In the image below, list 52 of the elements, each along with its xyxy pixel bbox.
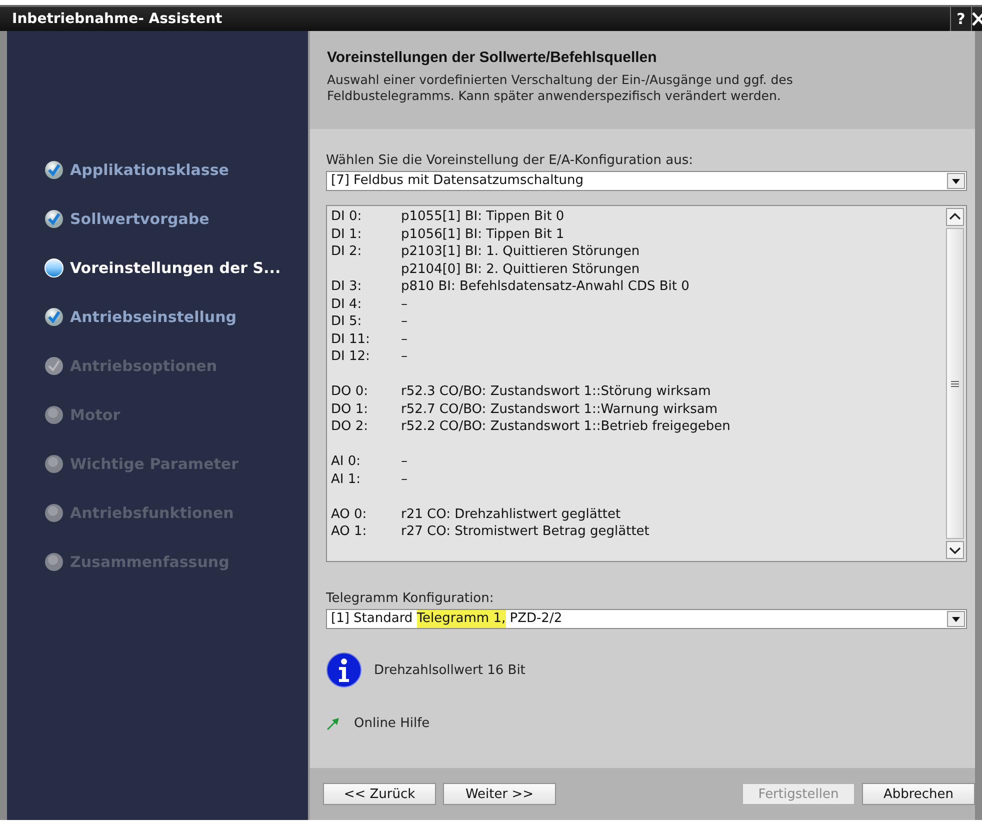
io-label: DI 12: (331, 348, 370, 366)
io-label: DO 0: (331, 383, 368, 400)
io-label: DI 3: (331, 278, 362, 296)
io-assignment: p1055[1] BI: Tippen Bit 0 (401, 208, 564, 226)
page-title: Voreinstellungen der Sollwerte/Befehlsquellen (327, 49, 657, 66)
info-text: Drehzahlsollwert 16 Bit (374, 662, 526, 678)
wizard-button[interactable]: Abbrechen (862, 783, 975, 805)
help-link[interactable]: Online Hilfe (354, 716, 430, 731)
io-assignment: p810 BI: Befehlsdatensatz-Anwahl CDS Bit 0 (401, 278, 690, 296)
io-assignment: – (401, 348, 408, 366)
scroll-down-icon[interactable] (946, 541, 964, 559)
io-assignment: – (401, 453, 408, 470)
wizard-step[interactable]: Voreinstellungen der S... (70, 258, 281, 276)
io-assignment: p1056[1] BI: Tippen Bit 1 (401, 226, 564, 243)
wizard-step[interactable]: Applikationsklasse (70, 160, 229, 178)
field-label: Telegramm Konfiguration: (326, 591, 494, 606)
scrollbar-thumb[interactable] (946, 228, 964, 539)
io-label: AO 1: (331, 523, 367, 540)
io-label: AI 1: (331, 470, 361, 488)
scroll-up-icon[interactable] (946, 208, 964, 226)
io-label: DI 5: (331, 313, 362, 330)
page-description: Auswahl einer vordefinierten Verschaltung der Ein-/Ausgänge und ggf. des Feldbustelegramms. Kann später anwenderspezifisch verändert werden. (327, 72, 794, 104)
io-label: DO 2: (331, 418, 368, 436)
dropdown-field[interactable]: [7] Feldbus mit Datensatzumschaltung (326, 171, 967, 191)
io-assignment: r52.3 CO/BO: Zustandswort 1::Störung wirksam (401, 383, 711, 400)
io-assignment: p2104[0] BI: 2. Quittieren Störungen (401, 260, 640, 278)
io-label: DI 11: (331, 330, 370, 348)
io-assignment: – (401, 470, 408, 488)
wizard-step[interactable]: Antriebseinstellung (70, 308, 236, 326)
io-label: DI 2: (331, 243, 362, 260)
arrow-icon (326, 716, 340, 730)
wizard-button[interactable]: << Zurück (323, 783, 436, 805)
info-icon (326, 652, 362, 688)
io-label: DO 1: (331, 400, 368, 418)
io-label: DI 0: (331, 208, 362, 226)
help-button[interactable]: ? (950, 7, 971, 31)
io-assignment: p2103[1] BI: 1. Quittieren Störungen (401, 243, 640, 260)
io-label: AI 0: (331, 453, 361, 470)
io-label: AO 0: (331, 506, 367, 523)
io-assignment: r21 CO: Drehzahlistwert geglättet (401, 506, 621, 523)
io-label: DI 1: (331, 226, 362, 243)
io-label: DI 4: (331, 296, 362, 313)
window-title: Inbetriebnahme- Assistent (12, 11, 224, 27)
io-assignment: r52.7 CO/BO: Zustandswort 1::Warnung wirksam (401, 400, 718, 418)
wizard-button[interactable]: Weiter >> (443, 783, 556, 805)
wizard-step[interactable]: Sollwertvorgabe (70, 210, 210, 228)
field-label: Wählen Sie die Voreinstellung der E/A-Konfiguration aus: (326, 153, 693, 168)
io-assignment: – (401, 313, 408, 330)
io-assignment: – (401, 330, 408, 348)
io-assignment: r52.2 CO/BO: Zustandswort 1::Betrieb freigegeben (401, 418, 730, 436)
io-assignment: – (401, 296, 408, 313)
io-assignment: r27 CO: Stromistwert Betrag geglättet (401, 523, 650, 540)
